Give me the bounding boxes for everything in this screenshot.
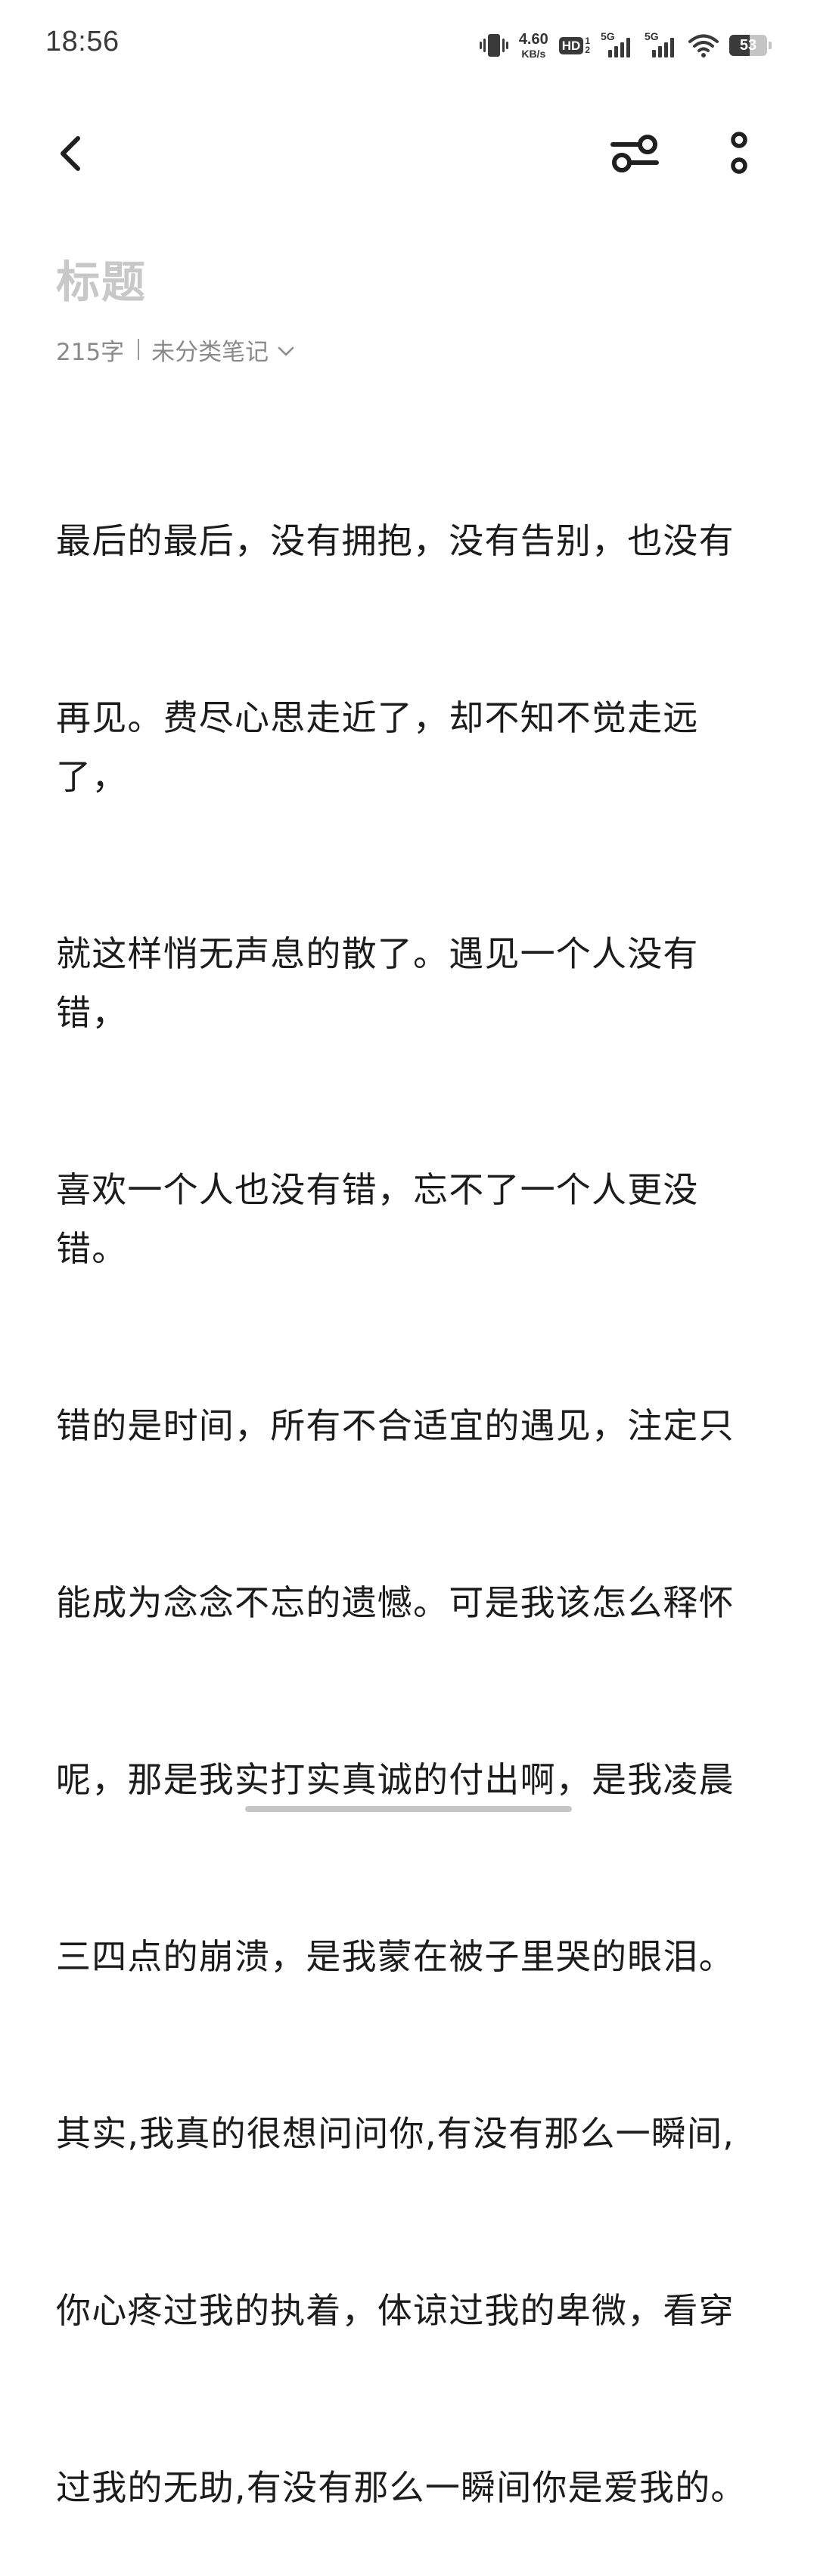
battery-level: 53 <box>739 36 757 54</box>
vibrate-icon <box>479 33 508 58</box>
body-line: 过我的无助,有没有那么一瞬间你是爱我的。 <box>56 2467 747 2508</box>
status-bar: 18:56 4.60 KB/s HD 12 5G 5G 53 <box>0 0 817 91</box>
body-line: 其实,我真的很想问问你,有没有那么一瞬间, <box>56 2113 735 2154</box>
more-vertical-icon <box>728 129 750 181</box>
body-line: 就这样悄无声息的散了。遇见一个人没有错， <box>56 933 699 1033</box>
body-line: 呢，那是我实打实真诚的付出啊，是我凌晨 <box>56 1759 735 1800</box>
signal-icon-sim2: 5G <box>645 30 678 61</box>
more-options-button[interactable] <box>705 121 773 189</box>
body-line: 能成为念念不忘的遗憾。可是我该怎么释怀 <box>56 1582 735 1623</box>
network-speed-value: 4.60 <box>518 31 548 48</box>
status-time: 18:56 <box>45 26 120 57</box>
body-line: 喜欢一个人也没有错，忘不了一个人更没错。 <box>56 1169 699 1269</box>
hd-label: HD <box>558 36 584 54</box>
body-line: 最后的最后，没有拥抱，没有告别，也没有 <box>56 520 735 561</box>
note-body-editor[interactable]: 最后的最后，没有拥抱，没有告别，也没有 再见。费尽心思走近了，却不知不觉走远了，… <box>56 393 767 2576</box>
note-meta: 215字 未分类笔记 <box>56 333 294 366</box>
back-button[interactable] <box>36 121 104 189</box>
meta-divider <box>138 339 140 360</box>
category-label: 未分类笔记 <box>151 338 269 366</box>
network-speed: 4.60 KB/s <box>519 32 548 59</box>
category-selector[interactable]: 未分类笔记 <box>151 333 294 367</box>
body-line: 你心疼过我的执着，体谅过我的卑微，看穿 <box>56 2290 735 2331</box>
chevron-down-icon <box>269 336 294 363</box>
battery-icon: 53 <box>729 35 772 56</box>
body-line: 再见。费尽心思走近了，却不知不觉走远了， <box>56 697 699 797</box>
hd-voice-icon: HD 12 <box>558 36 590 54</box>
body-line: 错的是时间，所有不合适宜的遇见，注定只 <box>56 1405 735 1446</box>
body-line: 三四点的崩溃，是我蒙在被子里哭的眼泪。 <box>56 1936 735 1977</box>
signal-icon: 5G <box>601 30 634 61</box>
wifi-icon <box>688 33 719 58</box>
note-title-input[interactable]: 标题 <box>56 247 147 310</box>
back-arrow-icon <box>55 134 85 176</box>
word-count: 215字 <box>56 338 125 366</box>
home-indicator[interactable] <box>245 1806 572 1812</box>
network-speed-unit: KB/s <box>521 48 546 60</box>
style-settings-button[interactable] <box>601 121 669 189</box>
note-toolbar <box>0 113 817 197</box>
style-settings-icon <box>608 129 661 181</box>
status-icons: 4.60 KB/s HD 12 5G 5G 53 <box>479 27 772 64</box>
